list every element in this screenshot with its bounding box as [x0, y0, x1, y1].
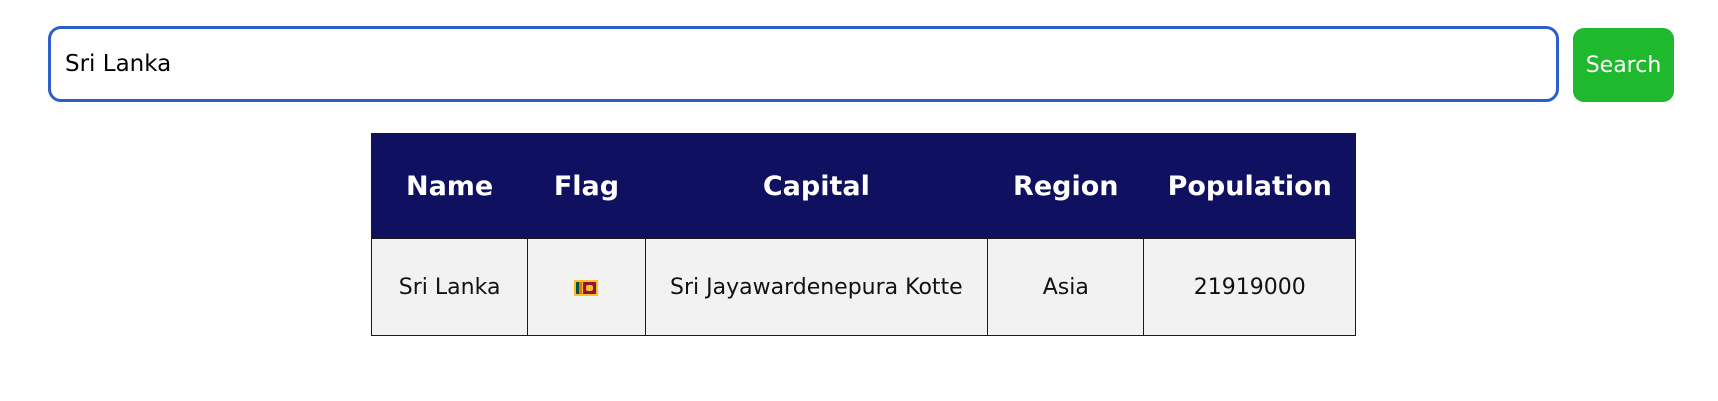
- header-capital: Capital: [644, 133, 989, 239]
- header-name: Name: [370, 133, 529, 239]
- search-button[interactable]: Search: [1573, 28, 1674, 102]
- cell-population: 21919000: [1143, 238, 1356, 336]
- cell-name: Sri Lanka: [370, 238, 529, 336]
- results-table: Name Flag Capital Region Population Sri …: [370, 133, 1356, 336]
- search-input[interactable]: [48, 26, 1559, 102]
- header-region: Region: [987, 133, 1145, 239]
- sri-lanka-flag-icon: [574, 279, 599, 296]
- cell-flag: [527, 238, 646, 336]
- cell-region: Asia: [987, 238, 1145, 336]
- table-header-row: Name Flag Capital Region Population: [370, 133, 1356, 239]
- search-bar: Search: [48, 26, 1674, 106]
- cell-capital: Sri Jayawardenepura Kotte: [644, 238, 989, 336]
- header-population: Population: [1143, 133, 1356, 239]
- table-row: Sri Lanka Sri Jayawardenepura Kotte Asia…: [370, 238, 1356, 336]
- header-flag: Flag: [527, 133, 646, 239]
